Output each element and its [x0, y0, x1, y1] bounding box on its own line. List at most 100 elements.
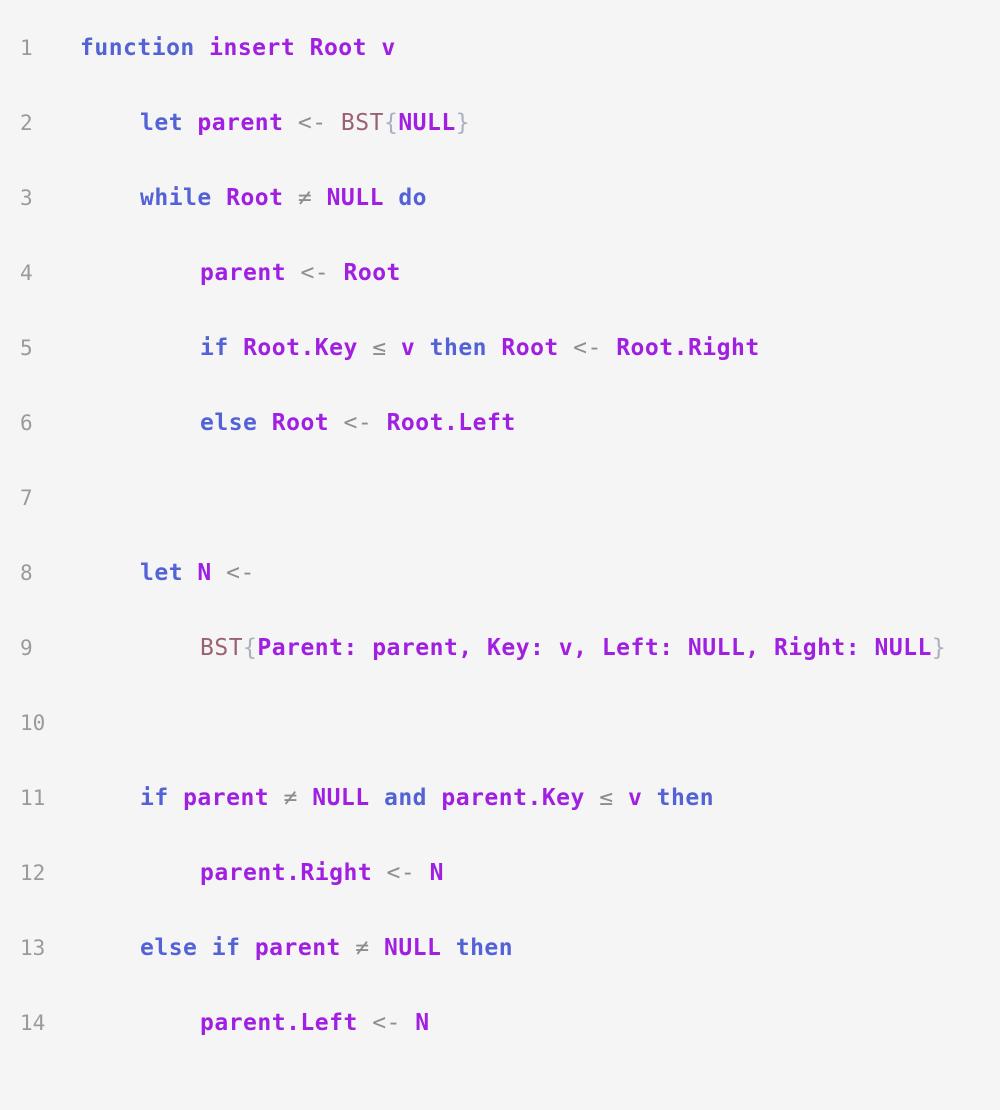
code-token-type: BST [200, 635, 244, 661]
code-token-op [401, 1010, 415, 1036]
code-token-op: ≤ [372, 335, 387, 361]
code-line[interactable]: 7 [0, 450, 1000, 525]
code-token-ident: v [400, 335, 416, 361]
code-token-ident: NULL [398, 110, 456, 136]
code-token-keyword: and [383, 785, 428, 811]
code-token-keyword: then [455, 935, 514, 961]
code-token-ident: parent [254, 935, 341, 961]
code-token-op [370, 935, 384, 961]
code-token-keyword: if [211, 935, 241, 961]
code-token-op [341, 935, 355, 961]
code-token-op [286, 260, 300, 286]
code-token-op [384, 185, 398, 211]
code-token-op: <- [300, 260, 330, 286]
code-token-op [370, 785, 384, 811]
line-number: 14 [20, 1011, 46, 1035]
code-line[interactable]: 11 if parent ≠ NULL and parent.Key ≤ v th… [0, 750, 1000, 825]
code-token-op: <- [573, 335, 602, 361]
code-line[interactable]: 14 parent.Left <- N [0, 975, 1000, 1050]
code-token-ident: Root [309, 35, 367, 61]
code-token-op: <- [372, 1010, 401, 1036]
code-line[interactable]: 9 BST{Parent: parent, Key: v, Left: NULL,… [0, 600, 1000, 675]
code-token-keyword: let [140, 560, 184, 586]
code-token-ident: NULL [874, 635, 932, 661]
code-token-op: <- [226, 560, 255, 586]
code-token-ident: Key: [487, 635, 545, 661]
code-token-op [284, 110, 298, 136]
line-number: 2 [20, 111, 33, 135]
code-token-ident: parent [200, 260, 287, 286]
code-token-brace: } [931, 635, 947, 661]
code-token-ident: parent [183, 785, 270, 811]
code-line[interactable]: 1 function insert Root v [0, 0, 1000, 75]
code-line[interactable]: 6 else Root <- Root.Left [0, 375, 1000, 450]
code-token-op [372, 410, 386, 436]
line-content[interactable]: function insert Root v [80, 34, 396, 62]
code-token-ident: NULL [326, 185, 384, 211]
code-line[interactable]: 5 if Root.Key ≤ v then Root <- Root.Right [0, 300, 1000, 375]
code-token-keyword: while [140, 185, 212, 211]
code-token-ident: Root.Key [243, 335, 358, 361]
code-line[interactable]: 3 while Root ≠ NULL do [0, 150, 1000, 225]
code-line[interactable]: 8 let N <- [0, 525, 1000, 600]
code-token-ident: parent [197, 110, 284, 136]
line-content[interactable]: parent.Right <- N [200, 859, 444, 887]
code-token-op [329, 260, 343, 286]
line-content[interactable]: let parent <- BST{NULL} [140, 109, 470, 137]
code-line[interactable]: 2 let parent <- BST{NULL} [0, 75, 1000, 150]
code-token-op [387, 335, 401, 361]
code-token-op: ≠ [355, 935, 370, 961]
line-number: 9 [20, 636, 33, 660]
code-token-op [559, 335, 573, 361]
line-content[interactable]: if Root.Key ≤ v then Root <- Root.Right [200, 334, 760, 362]
code-token-ident: N [415, 1010, 430, 1036]
line-content[interactable]: BST{Parent: parent, Key: v, Left: NULL, … [200, 634, 946, 662]
code-line[interactable]: 13 else if parent ≠ NULL then [0, 900, 1000, 975]
code-token-op [358, 335, 372, 361]
code-token-keyword: if [200, 335, 229, 361]
code-token-ident: parent.Key [441, 785, 585, 811]
line-content[interactable]: let N <- [140, 559, 255, 587]
code-token-keyword: if [140, 785, 169, 811]
code-token-ident: N [429, 860, 444, 886]
code-token-brace: } [455, 110, 471, 136]
code-editor[interactable]: 1 function insert Root v 2 let parent <- BS… [0, 0, 1000, 1110]
line-content[interactable]: parent <- Root [200, 259, 401, 287]
code-token-keyword: else [140, 935, 198, 961]
code-token-ident: insert [209, 35, 296, 61]
line-number: 1 [20, 36, 33, 60]
code-token-ident: parent.Right [200, 860, 373, 886]
code-token-op [427, 785, 441, 811]
code-token-ident: Root.Right [616, 335, 760, 361]
code-token-keyword: then [429, 335, 488, 361]
line-content[interactable]: else Root <- Root.Left [200, 409, 516, 437]
code-token-op [585, 785, 599, 811]
code-token-ident: N [197, 560, 212, 586]
code-token-brace: { [243, 635, 258, 661]
code-token-op [312, 185, 326, 211]
code-token-op [295, 35, 309, 61]
code-line[interactable]: 4 parent <- Root [0, 225, 1000, 300]
code-token-brace: { [383, 110, 399, 136]
line-content[interactable]: parent.Left <- N [200, 1009, 430, 1037]
code-token-op: ≠ [283, 785, 298, 811]
code-token-ident: Root [226, 185, 284, 211]
code-token-op [327, 110, 341, 136]
code-token-ident: Root [343, 260, 401, 286]
code-token-op [544, 635, 558, 661]
code-line[interactable]: 12 parent.Right <- N [0, 825, 1000, 900]
code-token-op [269, 785, 283, 811]
code-token-ident: Left: [601, 635, 674, 661]
line-content[interactable]: else if parent ≠ NULL then [140, 934, 513, 962]
code-token-op: <- [386, 860, 416, 886]
line-number: 6 [20, 411, 33, 435]
line-content[interactable]: if parent ≠ NULL and parent.Key ≤ v then [140, 784, 714, 812]
code-token-ident: NULL [383, 935, 442, 961]
line-content[interactable]: while Root ≠ NULL do [140, 184, 427, 212]
code-token-ident: parent.Left [200, 1010, 358, 1036]
code-token-op [415, 860, 429, 886]
code-line[interactable]: 10 [0, 675, 1000, 750]
code-token-op [415, 335, 429, 361]
code-token-op [329, 410, 343, 436]
line-number: 4 [20, 261, 33, 285]
